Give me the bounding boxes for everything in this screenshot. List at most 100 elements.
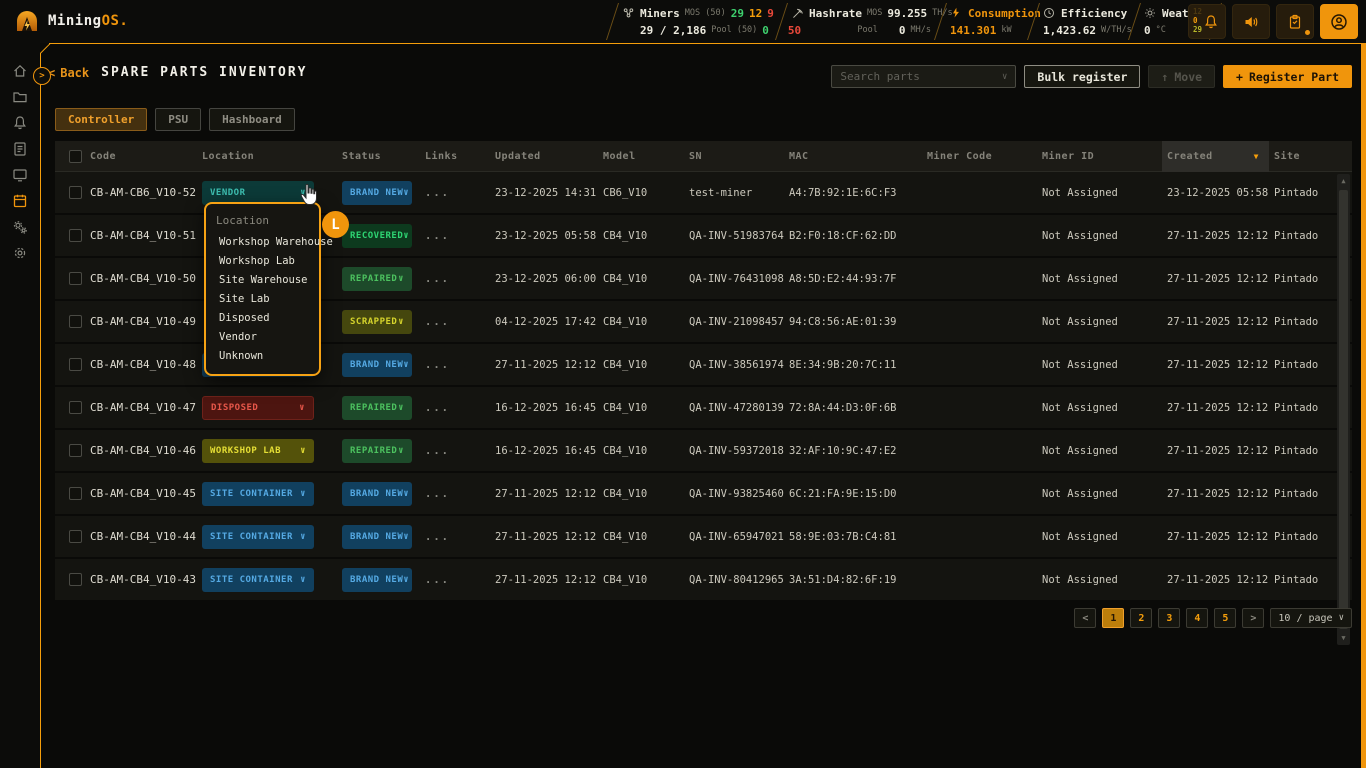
page-button-3[interactable]: 3 (1158, 608, 1180, 628)
dropdown-option[interactable]: Site Warehouse (206, 271, 319, 290)
row-checkbox[interactable] (69, 315, 82, 328)
page-button-1[interactable]: 1 (1102, 608, 1124, 628)
tab-controller[interactable]: Controller (55, 108, 147, 131)
app-name: MiningOS. (48, 13, 128, 29)
status-select[interactable]: BRAND NEW∨ (342, 482, 412, 506)
status-select[interactable]: REPAIRED∨ (342, 439, 412, 463)
cell-mac: 58:9E:03:7B:C4:81 (784, 531, 922, 543)
cell-created: 27-11-2025 12:12 (1162, 230, 1269, 242)
status-select[interactable]: REPAIRED∨ (342, 396, 412, 420)
col-created-sort[interactable]: Created ▼ (1162, 141, 1269, 172)
dropdown-option[interactable]: Unknown (206, 347, 319, 366)
location-select[interactable]: WORKSHOP LAB∨ (202, 439, 314, 463)
folder-icon[interactable] (12, 88, 29, 105)
row-links-button[interactable]: ... (420, 488, 490, 500)
dropdown-option[interactable]: Workshop Warehouse (206, 233, 319, 252)
cell-miner-id: Not Assigned (1037, 230, 1162, 242)
status-select[interactable]: BRAND NEW∨ (342, 353, 412, 377)
search-parts-select[interactable]: Search parts ∨ (831, 65, 1016, 88)
row-links-button[interactable]: ... (420, 574, 490, 586)
page-button-5[interactable]: 5 (1214, 608, 1236, 628)
tab-psu[interactable]: PSU (155, 108, 201, 131)
location-select[interactable]: SITE CONTAINER∨ (202, 482, 314, 506)
location-select[interactable]: VENDOR∨ (202, 181, 314, 205)
dropdown-option[interactable]: Workshop Lab (206, 252, 319, 271)
status-select[interactable]: BRAND NEW∨ (342, 181, 412, 205)
topbar-stats: Miners MOS (50) 29 12 9 29 / 2,186 Pool … (612, 0, 1216, 43)
scroll-down-arrow[interactable]: ▼ (1337, 631, 1350, 645)
hashrate-mos-sub: MOS (867, 8, 882, 18)
table-row: CB-AM-CB4_V10-45 SITE CONTAINER∨ BRAND N… (55, 473, 1352, 516)
location-select[interactable]: SITE CONTAINER∨ (202, 568, 314, 592)
prev-page-button[interactable]: < (1074, 608, 1096, 628)
cell-model: CB4_V10 (598, 273, 684, 285)
back-button[interactable]: < Back (48, 66, 89, 80)
location-select[interactable]: SITE CONTAINER∨ (202, 525, 314, 549)
row-links-button[interactable]: ... (420, 187, 490, 199)
move-button[interactable]: ↑ Move (1148, 65, 1215, 88)
cell-sn: QA-INV-6594702138 (684, 531, 784, 543)
gears-icon[interactable] (12, 218, 29, 235)
efficiency-label: Efficiency (1061, 7, 1127, 20)
hashrate-mos-value: 99.255 (887, 7, 927, 20)
calendar-icon[interactable] (12, 192, 29, 209)
dropdown-option[interactable]: Disposed (206, 309, 319, 328)
dropdown-option[interactable]: Vendor (206, 328, 319, 347)
status-select[interactable]: BRAND NEW∨ (342, 568, 412, 592)
row-links-button[interactable]: ... (420, 445, 490, 457)
row-links-button[interactable]: ... (420, 273, 490, 285)
row-checkbox[interactable] (69, 444, 82, 457)
notifications-button[interactable]: 12 0 29 (1188, 4, 1226, 39)
row-checkbox[interactable] (69, 530, 82, 543)
page-size-select[interactable]: 10 / page ∨ (1270, 608, 1352, 628)
row-checkbox[interactable] (69, 186, 82, 199)
row-links-button[interactable]: ... (420, 402, 490, 414)
table-scrollbar[interactable]: ▲ ▼ (1337, 174, 1350, 645)
bulk-register-button[interactable]: Bulk register (1024, 65, 1140, 88)
sidebar-collapse-button[interactable]: > (33, 67, 51, 85)
status-select[interactable]: RECOVERED∨ (342, 224, 412, 248)
tab-hashboard[interactable]: Hashboard (209, 108, 295, 131)
next-page-button[interactable]: > (1242, 608, 1264, 628)
page-button-4[interactable]: 4 (1186, 608, 1208, 628)
notification-badges: 12 0 29 (1193, 7, 1202, 34)
cell-updated: 27-11-2025 12:12 (490, 488, 598, 500)
row-checkbox[interactable] (69, 401, 82, 414)
row-links-button[interactable]: ... (420, 531, 490, 543)
status-select[interactable]: SCRAPPED∨ (342, 310, 412, 334)
select-all-checkbox[interactable] (69, 150, 82, 163)
settings-icon[interactable] (12, 244, 29, 261)
status-select[interactable]: BRAND NEW∨ (342, 525, 412, 549)
row-checkbox[interactable] (69, 573, 82, 586)
document-icon[interactable] (12, 140, 29, 157)
account-button[interactable] (1320, 4, 1358, 39)
app-logo[interactable]: MiningOS. (14, 8, 128, 34)
dropdown-title: Location (206, 210, 319, 233)
row-links-button[interactable]: ... (420, 316, 490, 328)
cell-sn: QA-INV-3856197402 (684, 359, 784, 371)
scrollbar-thumb[interactable] (1339, 190, 1348, 629)
row-checkbox[interactable] (69, 229, 82, 242)
miners-mos-ok: 29 (731, 7, 744, 20)
row-checkbox[interactable] (69, 487, 82, 500)
home-icon[interactable] (12, 62, 29, 79)
sound-button[interactable] (1232, 4, 1270, 39)
bell-icon[interactable] (12, 114, 29, 131)
dropdown-option[interactable]: Site Lab (206, 290, 319, 309)
row-checkbox[interactable] (69, 272, 82, 285)
cell-site: Pintado (1269, 445, 1335, 457)
monitor-icon[interactable] (12, 166, 29, 183)
row-links-button[interactable]: ... (420, 359, 490, 371)
tasks-button[interactable] (1276, 4, 1314, 39)
page-button-2[interactable]: 2 (1130, 608, 1152, 628)
location-select[interactable]: DISPOSED∨ (202, 396, 314, 420)
scroll-up-arrow[interactable]: ▲ (1337, 174, 1350, 188)
register-part-button[interactable]: + Register Part (1223, 65, 1352, 88)
row-links-button[interactable]: ... (420, 230, 490, 242)
cell-code: CB-AM-CB4_V10-49 (85, 315, 197, 328)
cell-miner-id: Not Assigned (1037, 402, 1162, 414)
row-checkbox[interactable] (69, 358, 82, 371)
col-updated: Updated (490, 151, 598, 162)
status-select[interactable]: REPAIRED∨ (342, 267, 412, 291)
efficiency-stat: Efficiency 1,423.62 W/TH/s (1034, 0, 1134, 43)
